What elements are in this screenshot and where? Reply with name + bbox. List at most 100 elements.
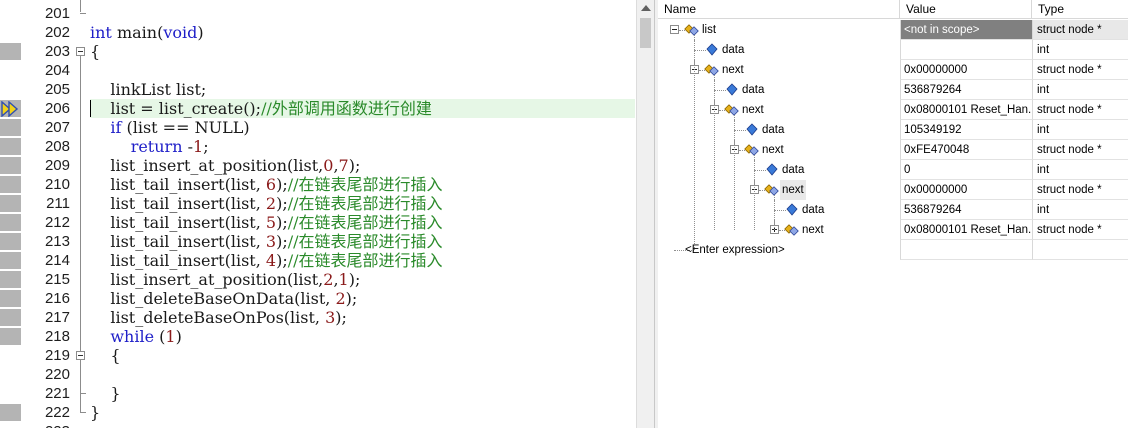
executable-line-marker[interactable] [0,252,21,269]
executable-line-marker[interactable] [0,290,21,307]
watch-row[interactable]: data 536879264 int [658,200,1128,220]
watch-value[interactable]: 105349192 [900,120,1032,140]
watch-window[interactable]: Name Value Type list <not in scope> struct… [658,0,1128,428]
code-line[interactable]: return -1; [90,137,209,156]
code-token: ) [197,23,204,42]
watch-row[interactable]: list <not in scope> struct node * [658,20,1128,40]
executable-line-marker[interactable] [0,214,21,231]
code-token: list_insert_at_position(list, [90,156,324,175]
code-line[interactable]: } [90,384,121,403]
code-token: list_insert_at_position(list, [90,270,324,289]
code-token: { [90,346,121,365]
watch-name: next [780,180,806,200]
column-header-value[interactable]: Value [900,0,1032,19]
code-line[interactable]: int main(void) [90,23,204,42]
watch-value[interactable]: 0xFE470048 [900,140,1032,160]
watch-value[interactable]: 0x00000000 [900,180,1032,200]
line-number: 213 [44,233,70,250]
code-line[interactable]: linkList list; [90,80,206,99]
watch-value[interactable]: <not in scope> [900,20,1032,40]
code-token: { [90,42,101,61]
scrollbar-thumb[interactable] [640,18,651,48]
watch-type: int [1032,160,1128,180]
line-number: 219 [44,347,70,364]
code-line[interactable]: { [90,346,121,365]
scroll-up-arrow-icon[interactable] [641,5,651,11]
watch-row[interactable]: data 105349192 int [658,120,1128,140]
code-line[interactable]: list = list_create();//外部调用函数进行创建 [90,99,432,118]
watch-value[interactable]: 0 [900,160,1032,180]
code-line[interactable]: list_tail_insert(list, 2);//在链表尾部进行插入 [90,194,443,213]
column-header-type[interactable]: Type [1032,0,1128,19]
fold-collapse-icon[interactable] [76,351,85,360]
code-line[interactable]: list_deleteBaseOnPos(list, 3); [90,308,347,327]
watch-value[interactable]: 0x00000000 [900,60,1032,80]
watch-row[interactable]: next 0x08000101 Reset_Han... struct node * [658,100,1128,120]
editor-vertical-scrollbar[interactable] [636,0,654,428]
number-token: 0 [323,156,334,175]
watch-row[interactable]: next 0x00000000 struct node * [658,60,1128,80]
fold-collapse-icon[interactable] [76,47,85,56]
executable-line-marker[interactable] [0,138,21,155]
watch-row[interactable]: data 0 int [658,160,1128,180]
executable-line-marker[interactable] [0,233,21,250]
watch-row[interactable]: data int [658,40,1128,60]
code-token: ); [276,213,288,232]
line-number: 208 [44,138,70,155]
watch-type: int [1032,80,1128,100]
code-token: } [90,403,101,422]
executable-line-marker[interactable] [0,119,21,136]
watch-value[interactable]: 0x08000101 Reset_Han... [900,220,1032,240]
watch-row-enter-expression[interactable]: <Enter expression> [658,240,1128,260]
code-line[interactable]: if (list == NULL) [90,118,249,137]
watch-type: struct node * [1032,180,1128,200]
executable-line-marker[interactable] [0,157,21,174]
code-line[interactable]: } [90,403,100,422]
watch-name: data [742,84,765,96]
watch-row[interactable]: data 536879264 int [658,80,1128,100]
executable-line-marker[interactable] [0,309,21,326]
code-token: - [182,137,193,156]
code-editor[interactable]: 201 202 203 204 205 206 207 208 209 210 211 212 213 2… [0,0,654,428]
executable-line-marker[interactable] [0,176,21,193]
number-token: 3 [265,232,277,251]
code-line[interactable]: { [90,42,100,61]
watch-value[interactable] [900,240,1032,260]
tree-collapse-icon[interactable] [670,25,679,34]
comment-token: //在链表尾部进行插入 [287,194,443,213]
code-line[interactable]: list_insert_at_position(list,0,7); [90,156,360,175]
code-line[interactable]: while (1) [90,327,181,346]
line-number: 205 [44,81,70,98]
line-number: 207 [44,119,70,136]
code-line[interactable]: list_tail_insert(list, 5);//在链表尾部进行插入 [90,213,443,232]
executable-line-marker[interactable] [0,404,21,421]
watch-row[interactable]: next 0x00000000 struct node * [658,180,1128,200]
column-header-name[interactable]: Name [658,0,900,19]
watch-value[interactable]: 536879264 [900,80,1032,100]
executable-line-marker[interactable] [0,271,21,288]
watch-name: next [722,64,744,76]
line-number: 202 [44,24,70,41]
executable-line-marker[interactable] [0,195,21,212]
code-token: } [90,384,121,403]
watch-row[interactable]: next 0xFE470048 struct node * [658,140,1128,160]
watch-name: next [762,144,784,156]
watch-value[interactable]: 536879264 [900,200,1032,220]
text-caret [90,100,91,117]
code-line[interactable]: list_deleteBaseOnData(list, 2); [90,289,357,308]
code-line[interactable]: list_tail_insert(list, 6);//在链表尾部进行插入 [90,175,442,194]
number-token: 2 [265,194,277,213]
executable-line-marker[interactable] [0,328,21,345]
watch-row[interactable]: next 0x08000101 Reset_Han... struct node * [658,220,1128,240]
code-token: list = list_create(); [90,99,262,118]
code-line[interactable]: list_tail_insert(list, 3);//在链表尾部进行插入 [90,232,442,251]
code-line[interactable]: list_insert_at_position(list,2,1); [90,270,360,289]
code-line[interactable]: list_tail_insert(list, 4);//在链表尾部进行插入 [90,251,442,270]
struct-pointer-icon [704,62,720,78]
watch-value[interactable] [900,40,1032,60]
watch-value[interactable]: 0x08000101 Reset_Han... [900,100,1032,120]
line-number: 220 [44,366,70,383]
comment-token: //在链表尾部进行插入 [287,213,443,232]
executable-line-marker[interactable] [0,43,21,60]
